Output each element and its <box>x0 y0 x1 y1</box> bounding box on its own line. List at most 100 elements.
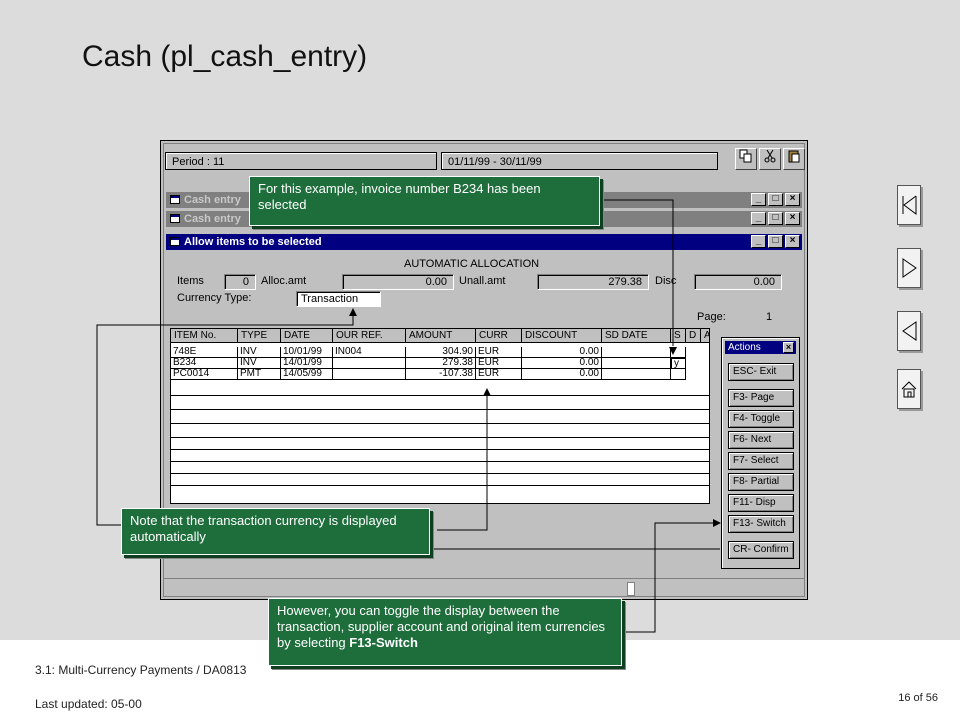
items-field[interactable]: 0 <box>224 274 256 290</box>
first-page-icon <box>902 195 917 215</box>
cut-icon[interactable] <box>759 148 781 170</box>
footer-updated: Last updated: 05-00 <box>35 697 142 711</box>
column-header[interactable]: OUR REF. <box>333 329 406 343</box>
minimize-icon[interactable]: _ <box>751 235 766 248</box>
callout-toggle-text: However, you can toggle the display betw… <box>277 603 606 650</box>
cell-sd-date <box>602 347 671 358</box>
unall-amt-field[interactable]: 279.38 <box>537 274 649 290</box>
slide-title: Cash (pl_cash_entry) <box>82 40 368 73</box>
column-header[interactable]: ITEM No. <box>171 329 238 343</box>
allow-items-titlebar[interactable]: Allow items to be selected _ □ × <box>166 234 802 250</box>
actions-title: Actions <box>728 342 761 353</box>
cell-sd-date <box>602 369 671 380</box>
cell-our-ref <box>333 369 406 380</box>
actions-titlebar[interactable]: Actions × <box>725 341 796 354</box>
window-title: Cash entry <box>184 213 241 225</box>
close-icon[interactable]: × <box>785 235 800 248</box>
cell-discount: 0.00 <box>522 358 602 369</box>
period-field: Period : 11 <box>165 152 437 170</box>
currency-type-field[interactable]: Transaction <box>296 291 381 307</box>
cell-curr: EUR <box>476 347 522 358</box>
column-header[interactable]: TYPE <box>238 329 281 343</box>
cell-amount: -107.38 <box>406 369 476 380</box>
footer-course: 3.1: Multi-Currency Payments / DA0813 <box>35 663 247 677</box>
column-header[interactable]: DISCOUNT <box>522 329 602 343</box>
close-icon[interactable]: × <box>785 193 800 206</box>
f3-page-button[interactable]: F3- Page <box>728 389 794 407</box>
items-grid[interactable]: ITEM No. TYPE DATE OUR REF. AMOUNT CURR … <box>170 328 710 504</box>
first-page-button[interactable] <box>897 185 921 225</box>
cell-curr: EUR <box>476 358 522 369</box>
column-header[interactable]: D <box>686 329 701 343</box>
column-header[interactable]: A <box>701 329 709 343</box>
page-counter: 16 of 56 <box>898 692 938 704</box>
cr-confirm-button[interactable]: CR- Confirm <box>728 541 794 559</box>
items-label: Items <box>177 275 204 287</box>
copy-icon[interactable] <box>735 148 757 170</box>
cell-item-no: B234 <box>171 358 238 369</box>
window-title: Allow items to be selected <box>184 236 322 248</box>
window-menu-icon[interactable] <box>170 195 180 204</box>
callout-toggle-currency: However, you can toggle the display betw… <box>268 598 622 666</box>
page-value: 1 <box>766 311 773 323</box>
previous-page-icon <box>902 321 917 341</box>
callout-currency-automatic: Note that the transaction currency is di… <box>121 508 430 555</box>
column-header[interactable]: AMOUNT <box>406 329 476 343</box>
cell-discount: 0.00 <box>522 369 602 380</box>
cell-our-ref <box>333 358 406 369</box>
text-cursor-icon <box>627 582 635 596</box>
close-icon[interactable]: × <box>783 342 794 353</box>
callout-toggle-key: F13-Switch <box>349 635 418 650</box>
maximize-icon[interactable]: □ <box>768 235 783 248</box>
column-header[interactable]: DATE <box>281 329 333 343</box>
cell-item-no: PC0014 <box>171 369 238 380</box>
cell-amount: 279.38 <box>406 358 476 369</box>
minimize-icon[interactable]: _ <box>751 193 766 206</box>
window-menu-icon[interactable] <box>170 214 180 223</box>
status-bar <box>163 578 805 596</box>
f4-toggle-button[interactable]: F4- Toggle <box>728 410 794 428</box>
disc-label: Disc <box>655 275 677 287</box>
cell-date: 14/05/99 <box>281 369 333 380</box>
f6-next-button[interactable]: F6- Next <box>728 431 794 449</box>
paste-icon[interactable] <box>783 148 805 170</box>
currency-type-label: Currency Type: <box>177 292 252 304</box>
cell-type: INV <box>238 358 281 369</box>
f13-switch-button[interactable]: F13- Switch <box>728 515 794 533</box>
cell-item-no: 748E <box>171 347 238 358</box>
f7-select-button[interactable]: F7- Select <box>728 452 794 470</box>
cell-select[interactable]: y <box>671 358 686 369</box>
maximize-icon[interactable]: □ <box>768 193 783 206</box>
cell-select[interactable] <box>671 369 686 380</box>
column-header[interactable]: SD DATE <box>602 329 671 343</box>
minimize-icon[interactable]: _ <box>751 212 766 225</box>
alloc-amt-field[interactable]: 0.00 <box>342 274 454 290</box>
cell-our-ref: IN004 <box>333 347 406 358</box>
previous-page-button[interactable] <box>897 311 921 351</box>
cell-date: 14/01/99 <box>281 358 333 369</box>
disc-field[interactable]: 0.00 <box>694 274 782 290</box>
next-page-icon <box>902 258 917 278</box>
column-header[interactable]: S <box>671 329 686 343</box>
cell-amount: 304.90 <box>406 347 476 358</box>
close-icon[interactable]: × <box>785 212 800 225</box>
window-menu-icon[interactable] <box>170 237 180 246</box>
cell-type: INV <box>238 347 281 358</box>
cell-discount: 0.00 <box>522 347 602 358</box>
window-title: Cash entry <box>184 194 241 206</box>
next-page-button[interactable] <box>897 248 921 288</box>
f11-disp-button[interactable]: F11- Disp <box>728 494 794 512</box>
callout-invoice-selected: For this example, invoice number B234 ha… <box>249 176 600 226</box>
actions-palette: Actions × ESC- Exit F3- Page F4- Toggle … <box>721 337 800 569</box>
f8-partial-button[interactable]: F8- Partial <box>728 473 794 491</box>
cell-type: PMT <box>238 369 281 380</box>
maximize-icon[interactable]: □ <box>768 212 783 225</box>
cell-date: 10/01/99 <box>281 347 333 358</box>
column-header[interactable]: CURR <box>476 329 522 343</box>
home-icon <box>901 381 917 398</box>
home-button[interactable] <box>897 369 921 409</box>
alloc-amt-label: Alloc.amt <box>261 275 307 287</box>
unall-amt-label: Unall.amt <box>459 275 506 287</box>
cell-select[interactable] <box>671 347 686 358</box>
esc-exit-button[interactable]: ESC- Exit <box>728 363 794 381</box>
